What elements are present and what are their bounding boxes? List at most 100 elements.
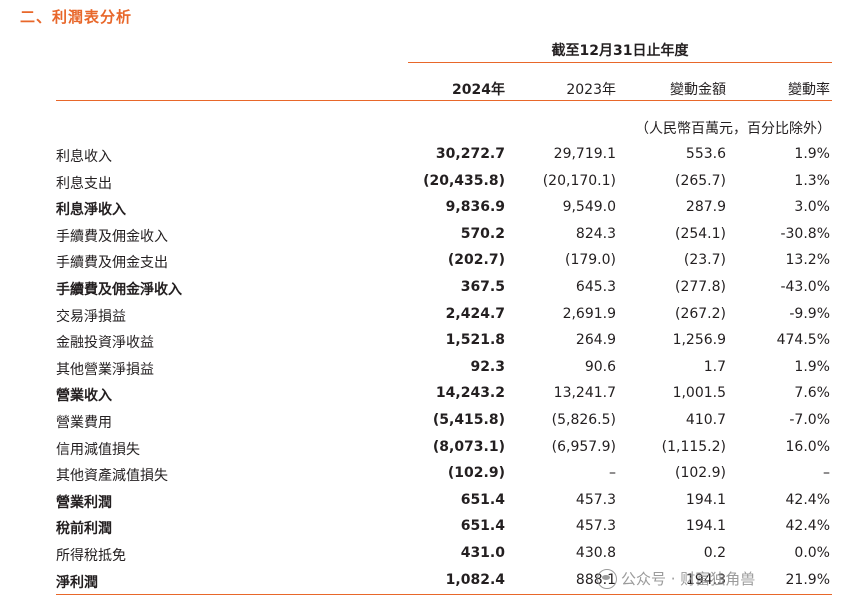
value-change-rate: 0.0%	[794, 544, 830, 561]
section-title: 二、利潤表分析	[20, 8, 133, 26]
row-label: 手續費及佣金支出	[56, 255, 168, 272]
value-change-rate: –	[823, 465, 830, 482]
value-change-rate: 16.0%	[785, 438, 830, 455]
value-2023: –	[609, 465, 616, 482]
value-2024: 14,243.2	[435, 385, 505, 402]
value-2024: (202.7)	[447, 252, 505, 269]
row-label: 營業利潤	[56, 494, 112, 511]
value-change-rate: 1.3%	[794, 172, 830, 189]
value-change-amount: (254.1)	[674, 225, 726, 242]
col-header-2024: 2024年	[452, 82, 505, 98]
value-2023: 90.6	[584, 358, 616, 375]
row-label: 利息淨收入	[56, 202, 126, 219]
table-row: 利息支出 (20,435.8) (20,170.1) (265.7) 1.3%	[0, 169, 861, 196]
value-2024: 1,082.4	[445, 571, 505, 588]
value-change-rate: 3.0%	[794, 199, 830, 216]
table-row: 利息收入 30,272.7 29,719.1 553.6 1.9%	[0, 142, 861, 169]
row-label: 營業費用	[56, 414, 112, 431]
value-2024: 2,424.7	[445, 305, 505, 322]
value-2024: 651.4	[460, 518, 505, 535]
value-2023: 13,241.7	[553, 385, 616, 402]
table-row: 營業費用 (5,415.8) (5,826.5) 410.7 -7.0%	[0, 408, 861, 435]
value-change-amount: (265.7)	[674, 172, 726, 189]
value-2024: 1,521.8	[445, 332, 505, 349]
table-row: 所得稅抵免 431.0 430.8 0.2 0.0%	[0, 541, 861, 568]
income-statement-table: 利息收入 30,272.7 29,719.1 553.6 1.9% 利息支出 (20,435…	[0, 142, 861, 594]
value-2024: (20,435.8)	[423, 172, 505, 189]
wechat-icon	[597, 568, 617, 589]
period-header-rule	[408, 62, 832, 63]
value-2024: 651.4	[460, 491, 505, 508]
value-2023: 457.3	[575, 518, 616, 535]
value-2023: 29,719.1	[553, 146, 616, 162]
row-label: 所得稅抵免	[56, 547, 126, 564]
col-header-change-amount: 變動金額	[670, 82, 726, 98]
value-2023: 645.3	[575, 278, 616, 295]
value-change-amount: (267.2)	[674, 305, 726, 322]
table-row: 金融投資淨收益 1,521.8 264.9 1,256.9 474.5%	[0, 328, 861, 355]
value-change-rate: 21.9%	[785, 571, 830, 588]
table-row: 信用減值損失 (8,073.1) (6,957.9) (1,115.2) 16.0%	[0, 435, 861, 462]
value-change-rate: 42.4%	[785, 518, 830, 535]
value-2023: 430.8	[575, 544, 616, 561]
value-2023: 2,691.9	[562, 305, 616, 322]
value-change-rate: -30.8%	[780, 225, 830, 242]
table-row: 其他營業淨損益 92.3 90.6 1.7 1.9%	[0, 355, 861, 382]
value-change-amount: (1,115.2)	[661, 438, 726, 455]
value-change-rate: 1.9%	[794, 358, 830, 375]
value-2023: 264.9	[575, 332, 616, 349]
row-label: 交易淨損益	[56, 308, 126, 325]
table-row: 手續費及佣金淨收入 367.5 645.3 (277.8) -43.0%	[0, 275, 861, 302]
row-label: 其他營業淨損益	[56, 361, 154, 378]
table-bottom-rule	[56, 594, 832, 595]
row-label: 淨利潤	[56, 574, 98, 591]
value-change-amount: 1,001.5	[672, 385, 726, 402]
value-change-amount: 287.9	[685, 199, 726, 216]
value-change-rate: -9.9%	[789, 305, 830, 322]
row-label: 手續費及佣金淨收入	[56, 281, 182, 298]
row-label: 利息支出	[56, 175, 112, 192]
watermark-text: 公众号 · 财富独角兽	[621, 570, 756, 588]
value-change-amount: 0.2	[703, 544, 726, 561]
value-change-rate: 42.4%	[785, 491, 830, 508]
row-label: 金融投資淨收益	[56, 335, 154, 352]
watermark: 公众号 · 财富独角兽	[597, 568, 755, 589]
value-change-amount: 1.7	[703, 358, 726, 375]
table-row: 其他資產減值損失 (102.9) – (102.9) –	[0, 461, 861, 488]
value-change-rate: 13.2%	[785, 252, 830, 269]
value-2024: 431.0	[460, 544, 505, 561]
value-change-amount: (277.8)	[674, 278, 726, 295]
table-row: 手續費及佣金支出 (202.7) (179.0) (23.7) 13.2%	[0, 248, 861, 275]
value-change-rate: 7.6%	[794, 385, 830, 402]
column-header-rule	[56, 100, 832, 101]
value-2024: 92.3	[470, 358, 505, 375]
value-2024: (8,073.1)	[432, 438, 505, 455]
value-2024: (5,415.8)	[432, 411, 505, 428]
value-change-rate: 474.5%	[776, 332, 830, 349]
table-row: 營業收入 14,243.2 13,241.7 1,001.5 7.6%	[0, 381, 861, 408]
col-header-2023: 2023年	[566, 82, 616, 98]
table-row: 交易淨損益 2,424.7 2,691.9 (267.2) -9.9%	[0, 302, 861, 329]
value-2024: 30,272.7	[435, 146, 505, 162]
value-2023: 9,549.0	[562, 199, 616, 216]
value-change-rate: -43.0%	[780, 278, 830, 295]
value-2024: 570.2	[460, 225, 505, 242]
value-change-rate: 1.9%	[794, 146, 830, 162]
value-change-amount: (102.9)	[674, 465, 726, 482]
value-change-rate: -7.0%	[789, 411, 830, 428]
table-row: 營業利潤 651.4 457.3 194.1 42.4%	[0, 488, 861, 515]
row-label: 稅前利潤	[56, 521, 112, 538]
col-header-change-rate: 變動率	[788, 82, 830, 98]
row-label: 利息收入	[56, 149, 112, 165]
value-change-amount: 194.1	[685, 491, 726, 508]
row-label: 營業收入	[56, 388, 112, 405]
period-header: 截至12月31日止年度	[551, 43, 689, 59]
table-row: 稅前利潤 651.4 457.3 194.1 42.4%	[0, 514, 861, 541]
value-change-amount: 1,256.9	[672, 332, 726, 349]
table-row: 利息淨收入 9,836.9 9,549.0 287.9 3.0%	[0, 195, 861, 222]
row-label: 手續費及佣金收入	[56, 228, 168, 245]
value-2023: 457.3	[575, 491, 616, 508]
value-2023: (6,957.9)	[551, 438, 616, 455]
unit-note: （人民幣百萬元，百分比除外）	[635, 121, 831, 137]
value-change-amount: 410.7	[685, 411, 726, 428]
